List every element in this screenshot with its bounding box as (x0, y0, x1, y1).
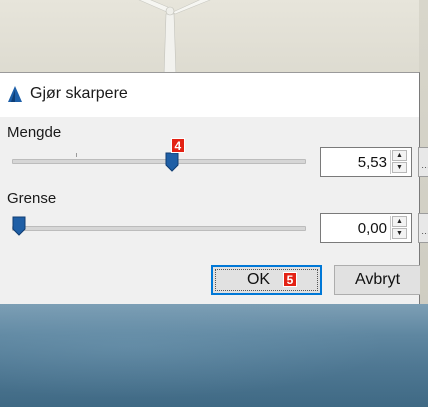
cancel-button[interactable]: Avbryt (334, 265, 420, 295)
ok-focus-ring (215, 269, 318, 291)
background-photo-bottom (0, 304, 428, 407)
threshold-spin-buttons: ▲ ▼ (390, 216, 408, 240)
dialog-titlebar[interactable]: Gjør skarpere (0, 73, 419, 117)
spin-down-arrow-icon[interactable]: ▼ (392, 162, 407, 173)
spin-up-arrow-icon[interactable]: ▲ (392, 150, 407, 161)
amount-label: Mengde (7, 124, 62, 141)
annotation-badge-4: 4 (170, 138, 185, 153)
amount-side-button[interactable]: … (418, 147, 428, 177)
threshold-spinbox[interactable]: 0,00 ▲ ▼ (320, 213, 412, 243)
amount-slider-track[interactable] (12, 159, 306, 164)
amount-slider-tick (76, 153, 77, 157)
threshold-value[interactable]: 0,00 (358, 220, 387, 237)
amount-value[interactable]: 5,53 (358, 154, 387, 171)
amount-spin-buttons: ▲ ▼ (390, 150, 408, 174)
sharpen-dialog: Gjør skarpere Mengde 4 5,53 ▲ ▼ … Grense… (0, 72, 428, 304)
wind-turbine-image (138, 0, 211, 76)
background-photo-top (0, 0, 428, 76)
dialog-title: Gjør skarpere (30, 85, 128, 102)
spin-down-arrow-icon[interactable]: ▼ (392, 228, 407, 239)
sharpen-triangle-icon (8, 86, 22, 102)
amount-spinbox[interactable]: 5,53 ▲ ▼ (320, 147, 412, 177)
threshold-label: Grense (7, 190, 57, 207)
annotation-badge-5: 5 (283, 272, 297, 287)
cancel-button-label: Avbryt (354, 271, 401, 288)
threshold-slider-track[interactable] (12, 226, 306, 231)
threshold-slider-thumb[interactable] (12, 216, 26, 236)
spin-up-arrow-icon[interactable]: ▲ (392, 216, 407, 227)
ok-button[interactable]: OK 5 (211, 265, 322, 295)
threshold-side-button[interactable]: … (418, 213, 428, 243)
amount-slider-thumb[interactable] (165, 152, 179, 172)
